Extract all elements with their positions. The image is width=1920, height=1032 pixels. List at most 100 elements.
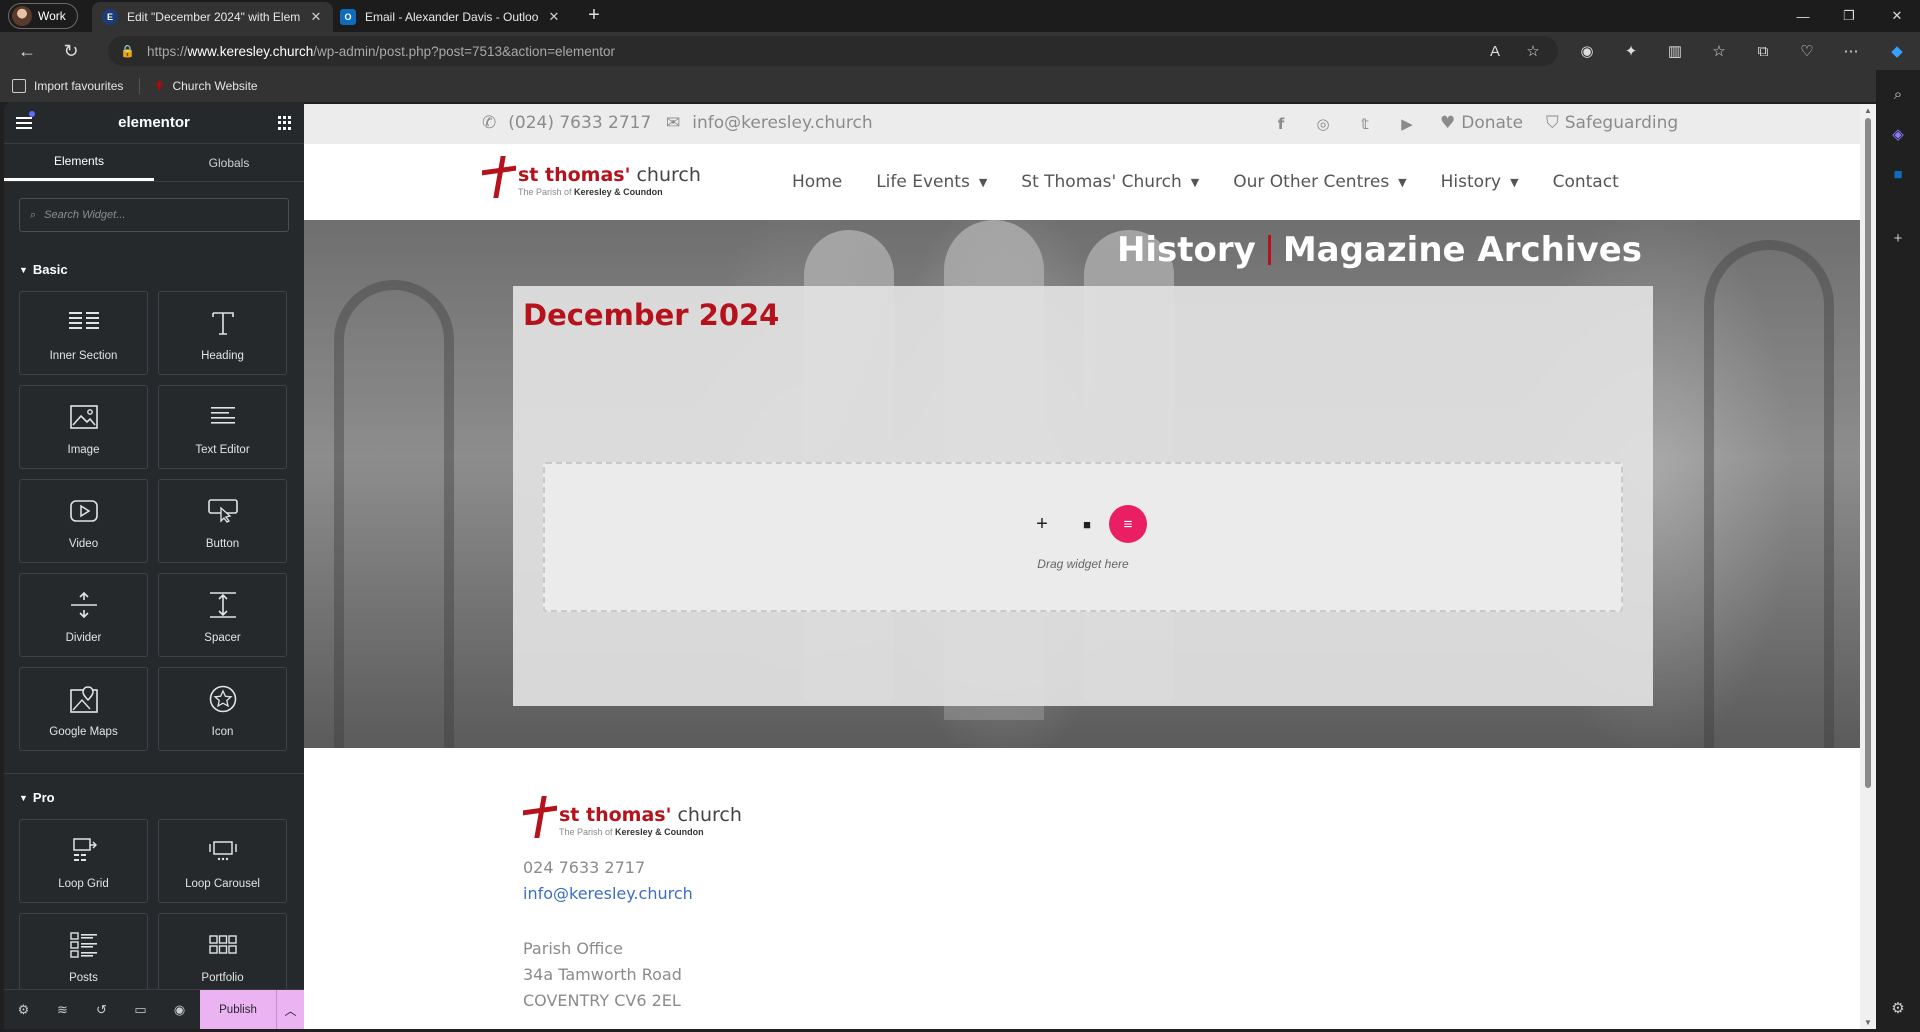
scroll-thumb[interactable] [1865,118,1871,788]
menu-home[interactable]: Home [792,172,842,192]
add-template-button[interactable]: ■ [1068,505,1106,543]
elementor-kit-button[interactable]: ≡ [1109,505,1147,543]
search-widget-input[interactable]: ⌕ Search Widget... [19,198,289,232]
browser-essentials-icon[interactable]: ♡ [1796,40,1818,62]
widget-portfolio[interactable]: Portfolio [158,913,287,997]
close-icon[interactable]: ✕ [309,9,323,25]
read-aloud-icon[interactable]: A [1484,40,1506,62]
divider [4,773,304,774]
widget-inner-section[interactable]: Inner Section [19,291,148,375]
back-button[interactable]: ← [12,36,42,66]
tab-globals[interactable]: Globals [154,144,304,181]
category-pro[interactable]: ▼ Pro [19,790,304,805]
email-link[interactable]: ✉ info@keresley.church [666,113,873,133]
widget-divider[interactable]: Divider [19,573,148,657]
close-window-button[interactable]: ✕ [1874,0,1920,32]
widgets-grid-icon[interactable] [278,116,292,130]
church-website-link[interactable]: ✝ Church Website [154,79,257,93]
loop-carousel-icon [206,834,240,868]
url-input[interactable]: 🔒 https://www.keresley.church/wp-admin/p… [108,36,1558,66]
menu-st-thomas-church[interactable]: St Thomas' Church ▼ [1021,172,1199,192]
footer-logo[interactable]: st thomas' church The Parish of Keresley… [523,796,742,838]
youtube-icon[interactable]: ▶ [1396,113,1418,135]
footer-email-link[interactable]: info@keresley.church [523,884,693,903]
posts-icon [67,928,101,962]
safeguarding-link[interactable]: ⛉ Safeguarding [1546,113,1678,133]
widget-spacer[interactable]: Spacer [158,573,287,657]
divider-icon [67,588,101,622]
menu-history[interactable]: History ▼ [1441,172,1519,192]
widget-posts[interactable]: Posts [19,913,148,997]
caret-down-icon: ▼ [19,792,28,803]
restore-button[interactable]: ❐ [1826,0,1872,32]
favourites-icon[interactable]: ☆ [1708,40,1730,62]
twitter-icon[interactable]: 𝕥 [1354,113,1376,135]
facebook-icon[interactable]: f [1270,113,1292,135]
split-screen-icon[interactable]: ▥ [1664,40,1686,62]
profile-button[interactable]: Work [8,3,78,29]
widget-video[interactable]: Video [19,479,148,563]
menu-life-events[interactable]: Life Events ▼ [876,172,987,192]
url-text: https://www.keresley.church/wp-admin/pos… [146,43,615,59]
site-logo[interactable]: st thomas' church The Parish of Keresley… [482,156,701,198]
preview-eye-icon[interactable]: ◉ [160,990,199,1030]
drop-zone[interactable]: + ■ ≡ Drag widget here [543,462,1623,612]
tab-elements[interactable]: Elements [4,144,154,181]
widget-text-editor[interactable]: Text Editor [158,385,287,469]
menu-icon[interactable] [16,117,32,132]
donate-link[interactable]: ♥ Donate [1440,113,1523,133]
scroll-down-icon[interactable]: ▼ [1863,1018,1873,1027]
panel-header: elementor [4,102,304,144]
menu-contact[interactable]: Contact [1553,172,1619,192]
widget-image[interactable]: Image [19,385,148,469]
preview-scrollbar[interactable]: ▲ ▼ [1860,104,1876,1029]
instagram-icon[interactable]: ◎ [1312,113,1334,135]
close-icon[interactable]: ✕ [547,9,561,25]
widget-button[interactable]: Button [158,479,287,563]
scroll-up-icon[interactable]: ▲ [1863,106,1873,115]
loop-grid-icon [67,834,101,868]
chevron-up-icon[interactable]: ︿ [276,990,304,1029]
menu-other-centres[interactable]: Our Other Centres ▼ [1233,172,1406,192]
search-icon[interactable]: ⌕ [1886,82,1910,106]
import-favourites-link[interactable]: Import favourites [12,79,123,93]
settings-icon[interactable]: ⚙ [4,990,43,1030]
add-icon[interactable]: + [1886,226,1910,250]
widget-loop-grid[interactable]: Loop Grid [19,819,148,903]
tab-elementor-editor[interactable]: E Edit "December 2024" with Elem ✕ [92,2,333,32]
widget-loop-carousel[interactable]: Loop Carousel [158,819,287,903]
widget-icon[interactable]: Icon [158,667,287,751]
outlook-icon[interactable]: ■ [1886,162,1910,186]
star-icon[interactable]: ☆ [1522,40,1544,62]
phone-icon: ✆ [482,113,497,133]
phone-link[interactable]: ✆ (024) 7633 2717 [482,113,651,133]
publish-button[interactable]: Publish [200,990,276,1029]
widget-google-maps[interactable]: Google Maps [19,667,148,751]
category-basic[interactable]: ▼ Basic [19,262,304,277]
settings-icon[interactable]: ⚙ [1886,996,1910,1020]
main-menu: Home Life Events ▼ St Thomas' Church ▼ Our… [792,172,1653,192]
responsive-mode-icon[interactable]: ▭ [121,990,160,1030]
add-section-button[interactable]: + [1023,505,1061,543]
more-menu-icon[interactable]: ⋯ [1840,40,1862,62]
collections-icon[interactable]: ⧉ [1752,40,1774,62]
refresh-button[interactable]: ↻ [56,36,86,66]
copilot-icon[interactable]: ◆ [1886,40,1908,62]
extensions-icon[interactable]: ✦ [1620,40,1642,62]
history-icon[interactable]: ↺ [82,990,121,1030]
panel-footer: ⚙ ≋ ↺ ▭ ◉ Publish ︿ [4,989,304,1029]
navigator-layers-icon[interactable]: ≋ [43,990,82,1030]
password-manager-icon[interactable]: ◉ [1576,40,1598,62]
content-heading[interactable]: December 2024 [523,298,779,332]
minimize-button[interactable]: — [1780,0,1826,32]
text-editor-icon [206,400,240,434]
copilot-sidebar-icon[interactable]: ◈ [1886,122,1910,146]
new-tab-button[interactable]: + [582,4,606,28]
church-cross-icon: ✝ [154,79,165,93]
hand-heart-icon: ♥ [1440,113,1456,133]
footer-street: 34a Tamworth Road [523,965,682,984]
widget-heading[interactable]: Heading [158,291,287,375]
outlook-icon: O [340,9,356,25]
tab-outlook-email[interactable]: O Email - Alexander Davis - Outloo ✕ [330,2,571,32]
footer-office: Parish Office [523,939,624,958]
